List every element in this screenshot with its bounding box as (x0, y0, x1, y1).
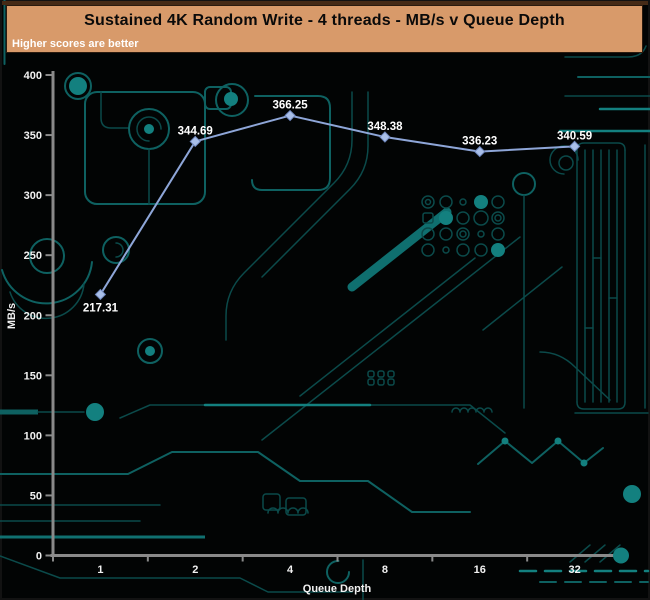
data-point-marker (189, 135, 201, 148)
title-banner: Sustained 4K Random Write - 4 threads - … (6, 5, 643, 53)
y-tick-label: 300 (24, 190, 42, 202)
data-point-marker (284, 109, 296, 122)
data-point-labels: 217.31 344.69 366.25 348.38 336.23 340.59 (83, 100, 592, 315)
y-tick-label: 250 (24, 250, 42, 262)
data-point-label: 348.38 (367, 121, 403, 133)
higher-scores-note: Higher scores are better (12, 38, 139, 50)
y-axis-ticks: 0 50 100 150 200 250 300 350 400 (24, 70, 53, 563)
data-point-label: 344.69 (178, 125, 213, 137)
data-point-marker (379, 131, 391, 143)
data-point-label: 366.25 (272, 100, 308, 112)
data-point-label: 340.59 (557, 130, 592, 142)
y-tick-label: 200 (24, 310, 42, 322)
y-tick-label: 50 (30, 490, 42, 502)
page-title: Sustained 4K Random Write - 4 threads - … (84, 12, 565, 29)
x-tick-label: 4 (287, 564, 294, 576)
y-axis-title: MB/s (6, 303, 18, 329)
circuit-pattern-decoration (0, 0, 650, 600)
x-tick-label: 8 (382, 564, 388, 576)
data-point-marker (474, 145, 486, 158)
x-tick-label: 16 (474, 564, 486, 576)
data-point-marker (94, 288, 107, 301)
x-axis-title: Queue Depth (303, 583, 372, 595)
data-point-label: 217.31 (83, 302, 119, 314)
axis-end-pad-decoration (613, 547, 629, 564)
chart-window: 0 50 100 150 200 250 300 350 400 1 2 4 8 16 32 MB/s Q… (0, 0, 650, 600)
x-axis-ticks: 1 2 4 8 16 32 (52, 555, 623, 576)
chart-canvas: 0 50 100 150 200 250 300 350 400 1 2 4 8 16 32 MB/s Q… (0, 0, 650, 600)
x-tick-label: 1 (97, 564, 103, 576)
data-point-label: 336.23 (462, 136, 497, 148)
y-tick-label: 0 (36, 551, 42, 563)
data-point-marker (568, 140, 581, 153)
small-pads-decoration (367, 370, 395, 386)
y-tick-label: 350 (24, 130, 42, 142)
y-tick-label: 100 (24, 430, 42, 442)
y-tick-label: 150 (24, 370, 42, 382)
x-tick-label: 32 (568, 564, 580, 576)
x-tick-label: 2 (192, 564, 198, 576)
y-tick-label: 400 (24, 70, 42, 82)
